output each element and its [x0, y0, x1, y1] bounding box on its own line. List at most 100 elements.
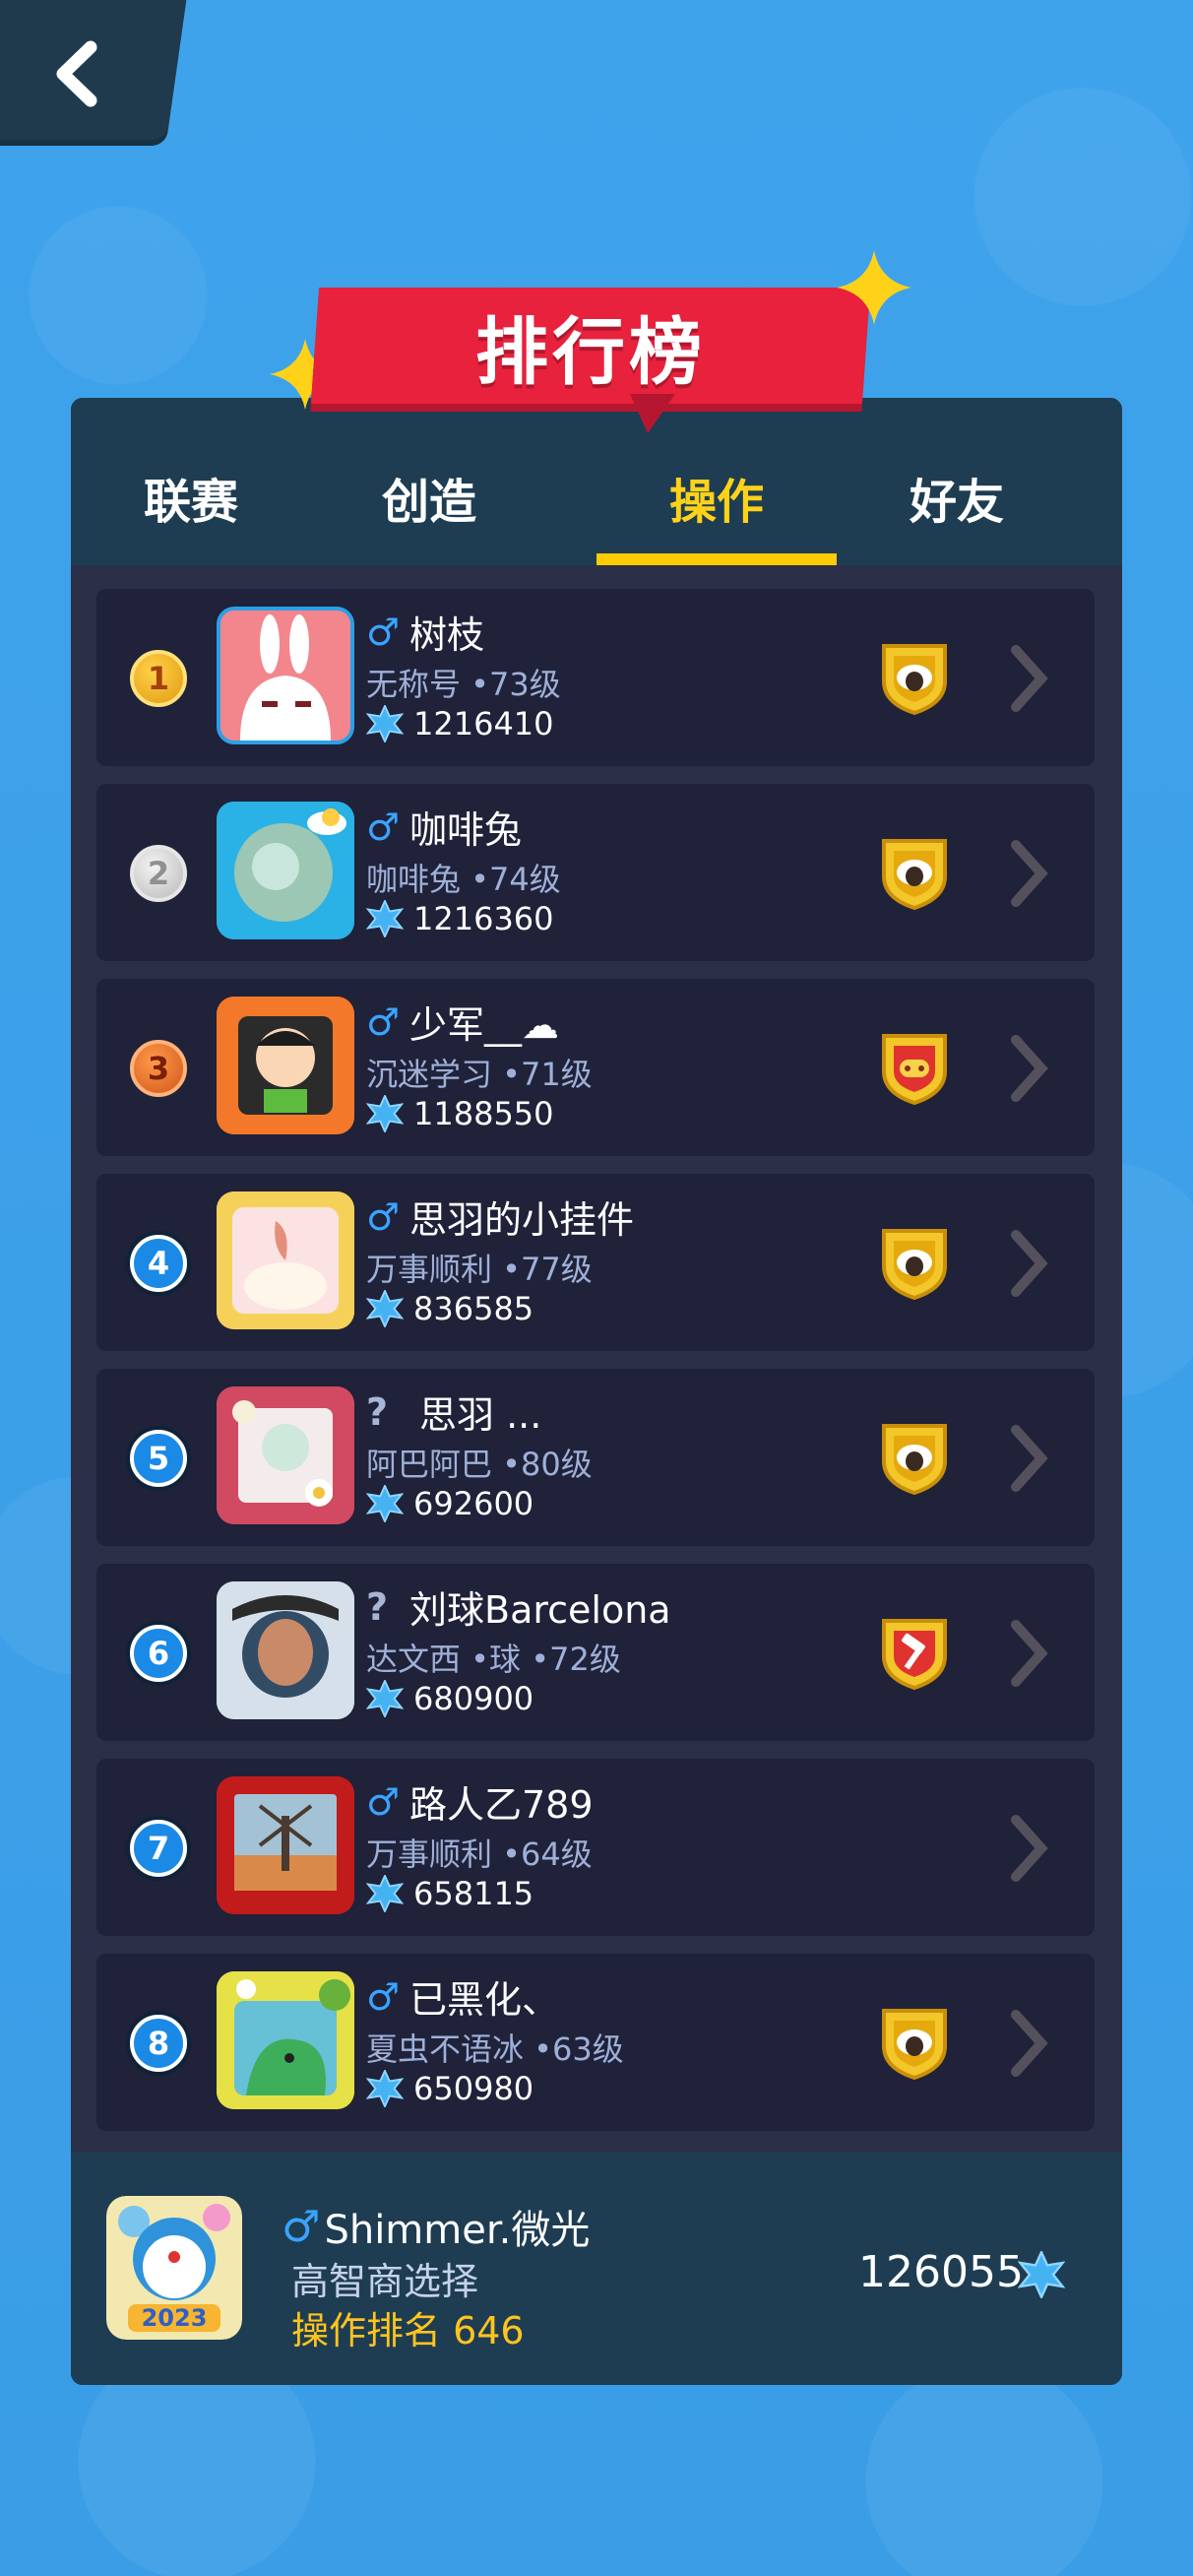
rank-number-badge: 7: [130, 1820, 187, 1877]
flower-avatar-icon: [217, 1386, 354, 1524]
player-name: 刘球Barcelona: [409, 1588, 671, 1632]
hammer-shield-icon: [882, 1619, 947, 1690]
ranking-row[interactable]: 7 ♂ 路人乙789 万事顺利 •64级 658115: [96, 1759, 1095, 1936]
chevron-right-icon[interactable]: [1006, 1229, 1051, 1298]
crystal-icon: [1018, 2251, 1065, 2298]
sheep-shield-icon: [882, 2009, 947, 2080]
page-title: 排行榜: [475, 309, 706, 395]
player-name: 思羽的小挂件: [409, 1198, 635, 1242]
player-title-level: 夏虫不语冰 •63级: [366, 2030, 624, 2068]
crystal-icon: [366, 900, 404, 937]
player-score: 680900: [413, 1680, 534, 1717]
player-name: 已黑化、: [409, 1978, 560, 2022]
crystal-icon: [366, 705, 404, 742]
my-rank-bar[interactable]: 2023 ♂ Shimmer.微光 高智商选择 操作排名 646 126055: [71, 2153, 1122, 2385]
my-score: 126055: [858, 2247, 1024, 2297]
rank-medal-gold: 1: [130, 650, 187, 707]
rank-number-badge: 6: [130, 1625, 187, 1682]
rank-number-badge: 8: [130, 2015, 187, 2072]
avatar[interactable]: [217, 1776, 354, 1914]
svg-text:2023: 2023: [142, 2304, 208, 2332]
cartoon-boy-avatar-icon: [217, 997, 354, 1134]
leaderboard-panel: 联赛 创造 操作 好友 1 ♂ 树枝 无称号 •73级 1216410 2 ♂ …: [71, 398, 1122, 2385]
ranking-row[interactable]: 1 ♂ 树枝 无称号 •73级 1216410: [96, 589, 1095, 766]
title-banner: 排行榜: [266, 246, 915, 443]
sheep-shield-icon: [882, 1229, 947, 1300]
ranking-row[interactable]: 5 ? 思羽 ... 阿巴阿巴 •80级 692600: [96, 1369, 1095, 1546]
player-title-level: 无称号 •73级: [366, 666, 561, 703]
gamepad-shield-icon: [882, 1034, 947, 1105]
ranking-row[interactable]: 6 ? 刘球Barcelona 达文西 •球 •72级 680900: [96, 1564, 1095, 1741]
player-score: 692600: [413, 1485, 534, 1522]
rank-medal-bronze: 3: [130, 1040, 187, 1097]
player-title-level: 阿巴阿巴 •80级: [366, 1446, 593, 1483]
portrait-avatar-icon: [217, 1581, 354, 1719]
ranking-row[interactable]: 8 ♂ 已黑化、 夏虫不语冰 •63级 650980: [96, 1954, 1095, 2131]
player-score: 836585: [413, 1290, 534, 1327]
player-title-level: 咖啡兔 •74级: [366, 861, 561, 898]
avatar[interactable]: [217, 1191, 354, 1329]
male-icon: ♂: [366, 1779, 401, 1824]
player-name: 咖啡兔: [409, 808, 523, 852]
unicorn-avatar-icon: [217, 1191, 354, 1329]
ranking-row[interactable]: 2 ♂ 咖啡兔 咖啡兔 •74级 1216360: [96, 784, 1095, 961]
my-rank: 操作排名 646: [291, 2309, 525, 2352]
sheep-shield-icon: [882, 839, 947, 910]
player-score: 650980: [413, 2070, 534, 2107]
tab-create[interactable]: 创造: [311, 447, 547, 565]
male-icon: ♂: [366, 610, 401, 654]
player-score: 658115: [413, 1875, 534, 1912]
avatar[interactable]: [217, 802, 354, 939]
tab-operation[interactable]: 操作: [596, 447, 837, 565]
chevron-right-icon[interactable]: [1006, 1814, 1051, 1883]
crystal-icon: [366, 1290, 404, 1327]
male-icon: ♂: [366, 1974, 401, 2019]
player-name: 思羽 ...: [419, 1393, 542, 1437]
chevron-right-icon[interactable]: [1006, 1424, 1051, 1493]
crystal-icon: [366, 1095, 404, 1132]
ranking-row[interactable]: 3 ♂ 少军__☁ 沉迷学习 •71级 1188550: [96, 979, 1095, 1156]
globe-avatar-icon: [217, 802, 354, 939]
male-icon: ♂: [282, 2201, 321, 2252]
doraemon-avatar-icon: 2023: [106, 2196, 242, 2340]
avatar[interactable]: [217, 1386, 354, 1524]
chevron-right-icon[interactable]: [1006, 644, 1051, 713]
avatar[interactable]: [217, 997, 354, 1134]
active-tab-indicator: [596, 553, 837, 565]
my-avatar[interactable]: 2023: [106, 2196, 242, 2340]
my-title: 高智商选择: [291, 2260, 479, 2303]
ranking-row[interactable]: 4 ♂ 思羽的小挂件 万事顺利 •77级 836585: [96, 1174, 1095, 1351]
rabbit-avatar-icon: [220, 611, 350, 741]
chevron-right-icon[interactable]: [1006, 839, 1051, 908]
my-name: Shimmer.微光: [324, 2208, 591, 2253]
crystal-icon: [366, 1680, 404, 1717]
rank-number-badge: 5: [130, 1430, 187, 1487]
chevron-right-icon[interactable]: [1006, 1034, 1051, 1103]
crystal-icon: [366, 2070, 404, 2107]
player-name: 树枝: [409, 613, 485, 657]
player-title-level: 万事顺利 •64级: [366, 1835, 593, 1873]
player-title-level: 达文西 •球 •72级: [366, 1641, 621, 1678]
avatar[interactable]: [217, 1581, 354, 1719]
crystal-icon: [366, 1485, 404, 1522]
chevron-right-icon[interactable]: [1006, 1619, 1051, 1688]
unknown-gender-icon: ?: [366, 1389, 389, 1434]
player-title-level: 万事顺利 •77级: [366, 1251, 593, 1288]
back-arrow-icon[interactable]: [49, 39, 108, 108]
chevron-right-icon[interactable]: [1006, 2009, 1051, 2078]
player-title-level: 沉迷学习 •71级: [366, 1056, 593, 1093]
tab-league[interactable]: 联赛: [71, 447, 311, 565]
unknown-gender-icon: ?: [366, 1584, 389, 1629]
tab-friends[interactable]: 好友: [837, 447, 1077, 565]
sheep-shield-icon: [882, 644, 947, 715]
player-name: 路人乙789: [409, 1783, 594, 1827]
player-name: 少军__☁: [409, 1003, 560, 1047]
male-icon: ♂: [366, 999, 401, 1044]
crystal-icon: [366, 1875, 404, 1912]
rank-medal-silver: 2: [130, 845, 187, 902]
player-score: 1216360: [413, 900, 554, 937]
male-icon: ♂: [366, 805, 401, 849]
avatar[interactable]: [217, 1971, 354, 2109]
avatar[interactable]: [217, 607, 354, 744]
dinosaur-avatar-icon: [217, 1971, 354, 2109]
